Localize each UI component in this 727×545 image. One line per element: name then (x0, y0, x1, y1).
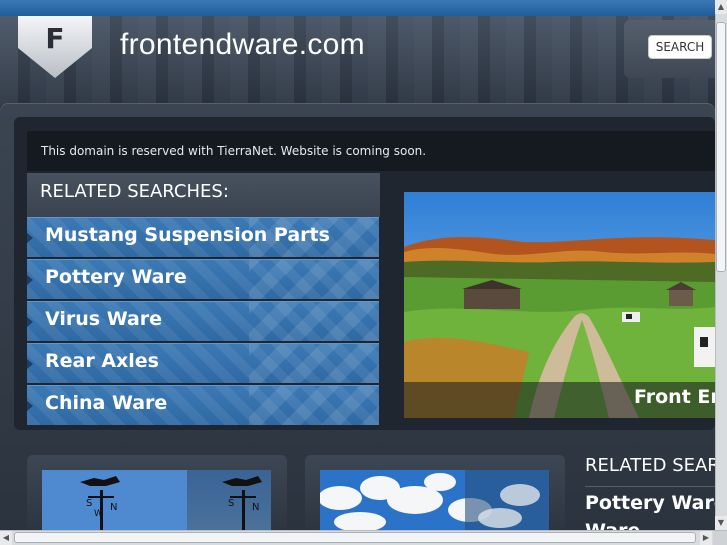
related-link-label[interactable]: Rear Axles (45, 350, 159, 372)
svg-text:S: S (86, 498, 92, 509)
notice-text: This domain is reserved with TierraNet. … (41, 144, 427, 158)
related-link-label[interactable]: Virus Ware (45, 308, 162, 330)
feature-caption[interactable]: Front En (634, 386, 724, 408)
divider (585, 486, 715, 487)
svg-text:N: N (110, 502, 117, 513)
related-link-item[interactable]: Virus Ware (27, 301, 379, 341)
horizontal-scroll-thumb[interactable] (14, 532, 696, 543)
svg-text:S: S (228, 498, 234, 509)
arrow-right-icon (27, 359, 33, 369)
related-link-item[interactable]: China Ware (27, 385, 379, 425)
arrow-right-icon (27, 401, 33, 411)
scroll-up-icon[interactable]: ▲ (715, 0, 727, 14)
search-button[interactable]: SEARCH (648, 35, 712, 59)
arrow-right-icon (27, 275, 33, 285)
related-link-item[interactable]: Rear Axles (27, 343, 379, 383)
related-searches-side-title: RELATED SEAR (585, 455, 720, 476)
scroll-left-icon[interactable]: ◀ (0, 531, 12, 545)
site-title[interactable]: frontendware.com (120, 28, 365, 62)
vertical-scroll-thumb[interactable] (716, 22, 726, 272)
related-side-link[interactable]: Pottery Ware (585, 492, 727, 514)
scrollbar-corner (713, 531, 727, 545)
scroll-down-icon[interactable]: ▼ (715, 516, 727, 530)
clouds-thumbnail[interactable] (320, 470, 549, 530)
clouds-image (320, 470, 549, 530)
logo-letter: F (45, 22, 65, 55)
svg-text:N: N (252, 502, 259, 513)
related-link-label[interactable]: Mustang Suspension Parts (45, 224, 330, 246)
site-logo[interactable]: F (18, 16, 92, 78)
svg-text:W: W (94, 509, 103, 519)
related-link-item[interactable]: Mustang Suspension Parts (27, 217, 379, 257)
weathervane-thumbnail[interactable]: S N W S N (42, 470, 271, 530)
related-link-item[interactable]: Pottery Ware (27, 259, 379, 299)
arrow-right-icon (27, 317, 33, 327)
scroll-right-icon[interactable]: ▶ (700, 531, 712, 545)
related-link-label[interactable]: China Ware (45, 392, 167, 414)
related-link-label[interactable]: Pottery Ware (45, 266, 187, 288)
arrow-right-icon (27, 233, 33, 243)
top-accent-strip (0, 0, 727, 16)
weathervane-image: S N W S N (42, 470, 271, 530)
related-searches-title: RELATED SEARCHES: (40, 181, 229, 202)
